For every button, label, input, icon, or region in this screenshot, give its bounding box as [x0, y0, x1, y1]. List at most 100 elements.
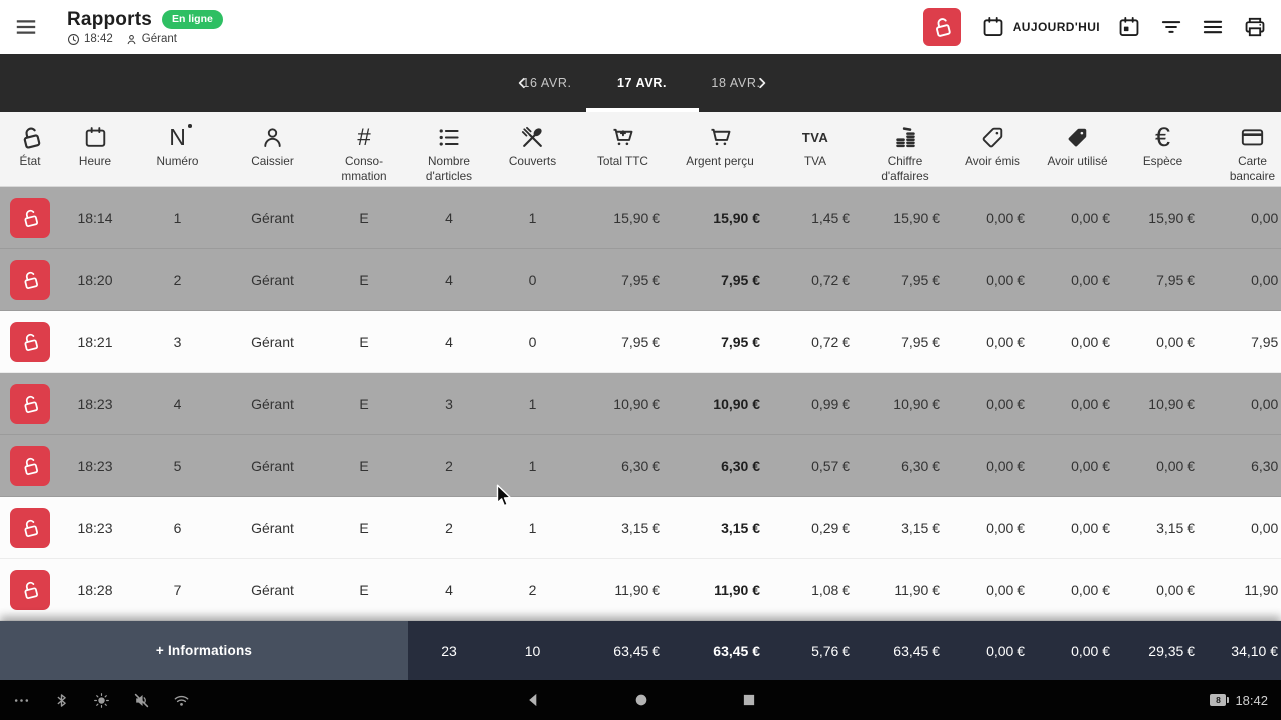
hamburger-menu-icon[interactable] [13, 14, 39, 40]
cell-tva: 0,72 € [770, 272, 860, 288]
cell-heure: 18:23 [60, 520, 130, 536]
informations-button[interactable]: + Informations [0, 621, 408, 680]
clock-icon [67, 33, 80, 46]
battery-icon: 8 [1210, 694, 1226, 706]
nav-recents-button[interactable] [739, 691, 758, 710]
cell-etat [0, 384, 60, 424]
col-header-label: Couverts [509, 154, 556, 169]
chevron-right-icon[interactable] [755, 76, 770, 91]
unlock-button[interactable] [923, 8, 961, 46]
cell-espece: 10,90 € [1120, 396, 1205, 412]
lock-open-icon [19, 393, 41, 415]
cell-emis: 0,00 € [950, 272, 1035, 288]
table-row[interactable]: 18:287GérantE4211,90 €11,90 €1,08 €11,90… [0, 559, 1281, 621]
table-row[interactable]: 18:213GérantE407,95 €7,95 €0,72 €7,95 €0… [0, 311, 1281, 373]
cell-conso: E [320, 210, 408, 226]
cell-tva: 0,29 € [770, 520, 860, 536]
row-unlock-button[interactable] [10, 570, 50, 610]
cell-espece: 0,00 € [1120, 458, 1205, 474]
cell-percu: 11,90 € [670, 582, 770, 598]
col-header-tva: TVA TVA [770, 112, 860, 186]
cell-couverts: 1 [490, 458, 575, 474]
cell-caissier: Gérant [225, 210, 320, 226]
table-body: 18:141GérantE4115,90 €15,90 €1,45 €15,90… [0, 187, 1281, 621]
cell-etat [0, 570, 60, 610]
col-header-label: Chiffre d'affaires [881, 154, 928, 184]
row-unlock-button[interactable] [10, 446, 50, 486]
cell-utilise: 0,00 € [1035, 582, 1120, 598]
cell-ca: 7,95 € [860, 334, 950, 350]
row-unlock-button[interactable] [10, 384, 50, 424]
nav-home-button[interactable] [631, 691, 650, 710]
menu-lines-button[interactable] [1200, 14, 1226, 40]
cell-utilise: 0,00 € [1035, 272, 1120, 288]
cell-couverts: 2 [490, 582, 575, 598]
cell-heure: 18:20 [60, 272, 130, 288]
date-tab-next[interactable]: 18 AVR. [711, 76, 760, 90]
lock-open-icon [19, 455, 41, 477]
cell-numero: 2 [130, 272, 225, 288]
row-unlock-button[interactable] [10, 508, 50, 548]
filter-lines-icon [1158, 14, 1184, 40]
cell-numero: 4 [130, 396, 225, 412]
col-header-articles: Nombre d'articles [408, 112, 490, 186]
col-header-label: TVA [804, 154, 826, 169]
cell-caissier: Gérant [225, 520, 320, 536]
app-bar-left: Rapports En ligne 18:42 Gérant [13, 9, 223, 46]
total-couverts: 10 [490, 643, 575, 659]
cell-total: 15,90 € [575, 210, 670, 226]
cell-articles: 2 [408, 520, 490, 536]
table-row[interactable]: 18:202GérantE407,95 €7,95 €0,72 €7,95 €0… [0, 249, 1281, 311]
cell-articles: 4 [408, 582, 490, 598]
print-button[interactable] [1242, 14, 1268, 40]
cell-numero: 3 [130, 334, 225, 350]
table-row[interactable]: 18:236GérantE213,15 €3,15 €0,29 €3,15 €0… [0, 497, 1281, 559]
filter-button[interactable] [1158, 14, 1184, 40]
table-row[interactable]: 18:234GérantE3110,90 €10,90 €0,99 €10,90… [0, 373, 1281, 435]
lock-open-icon [930, 15, 954, 39]
cell-emis: 0,00 € [950, 210, 1035, 226]
cell-conso: E [320, 520, 408, 536]
col-header-etat: État [0, 112, 60, 186]
cell-numero: 7 [130, 582, 225, 598]
row-unlock-button[interactable] [10, 322, 50, 362]
cell-ca: 6,30 € [860, 458, 950, 474]
euro-icon: € [1155, 123, 1170, 152]
cell-emis: 0,00 € [950, 396, 1035, 412]
app-bar: Rapports En ligne 18:42 Gérant AUJOURD'H… [0, 0, 1281, 54]
cell-carte: 0,00 € [1205, 520, 1281, 536]
row-unlock-button[interactable] [10, 260, 50, 300]
cell-ca: 10,90 € [860, 396, 950, 412]
date-nav-bar: 16 AVR. 17 AVR. 18 AVR. [0, 54, 1281, 112]
cell-total: 3,15 € [575, 520, 670, 536]
status-time: 18:42 [84, 33, 113, 45]
cell-tva: 0,99 € [770, 396, 860, 412]
cell-total: 10,90 € [575, 396, 670, 412]
nav-back-button[interactable] [523, 691, 542, 710]
col-header-label: Espèce [1143, 154, 1182, 169]
calendar-icon [82, 123, 109, 152]
cell-conso: E [320, 582, 408, 598]
table-row[interactable]: 18:141GérantE4115,90 €15,90 €1,45 €15,90… [0, 187, 1281, 249]
col-header-caissier: Caissier [225, 112, 320, 186]
tva-icon: TVA [802, 123, 828, 152]
cell-carte: 0,00 € [1205, 210, 1281, 226]
cell-espece: 15,90 € [1120, 210, 1205, 226]
brightness-icon [93, 692, 110, 709]
numero-icon: N [169, 123, 186, 152]
col-header-emis: Avoir émis [950, 112, 1035, 186]
cell-utilise: 0,00 € [1035, 458, 1120, 474]
table-row[interactable]: 18:235GérantE216,30 €6,30 €0,57 €6,30 €0… [0, 435, 1281, 497]
cell-espece: 7,95 € [1120, 272, 1205, 288]
total-espece: 29,35 € [1120, 643, 1205, 659]
cell-tva: 1,45 € [770, 210, 860, 226]
total-ca: 63,45 € [860, 643, 950, 659]
date-tab-current[interactable]: 17 AVR. [617, 76, 667, 90]
cell-ca: 11,90 € [860, 582, 950, 598]
cell-emis: 0,00 € [950, 334, 1035, 350]
today-button[interactable]: AUJOURD'HUI [980, 14, 1100, 40]
calendar-day-button[interactable] [1116, 14, 1142, 40]
date-tab-prev[interactable]: 16 AVR. [522, 76, 571, 90]
col-header-percu: Argent perçu [670, 112, 770, 186]
row-unlock-button[interactable] [10, 198, 50, 238]
